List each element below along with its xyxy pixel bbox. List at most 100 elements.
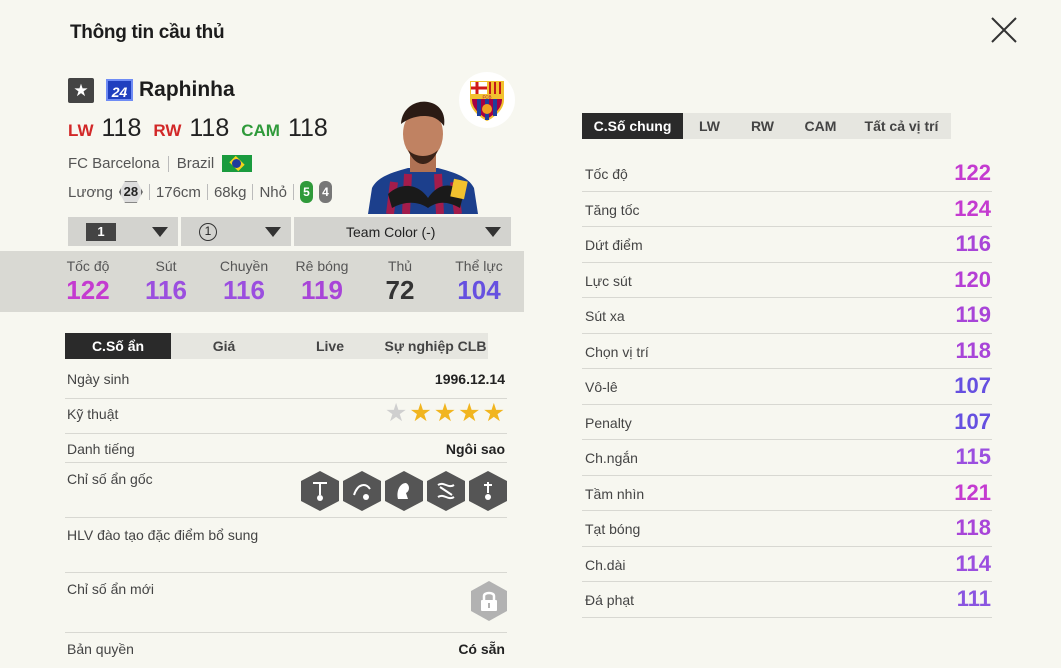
right-tabs: C.Số chung LW RW CAM Tất cả vị trí — [582, 113, 951, 139]
star-icon: ★ — [384, 399, 408, 427]
stat-label: Penalty — [585, 414, 632, 431]
close-icon — [991, 17, 1017, 43]
brazil-flag-icon — [222, 155, 253, 172]
tab-general-stats[interactable]: C.Số chung — [582, 113, 683, 139]
chevron-down-icon — [485, 226, 501, 237]
level-dropdown[interactable]: 1 — [68, 217, 178, 246]
detail-label: Chỉ số ẩn mới — [67, 581, 154, 597]
position-ratings: LW 118 RW 118 CAM 118 — [68, 114, 332, 143]
tab-hidden-stats[interactable]: C.Số ẩn — [65, 333, 171, 359]
star-icon: ★ — [482, 399, 505, 427]
tab-price[interactable]: Giá — [171, 333, 277, 359]
power-header-icon[interactable] — [301, 471, 339, 511]
left-foot-icon: 5 — [300, 181, 313, 203]
tab-all-positions[interactable]: Tất cả vị trí — [852, 113, 951, 139]
right-foot-icon: 4 — [319, 181, 332, 203]
stat-value: 120 — [954, 266, 991, 292]
club-name: FC Barcelona — [68, 155, 160, 172]
detail-stat-row: Sút xa 119 — [582, 298, 992, 334]
stat-label: Sút xa — [585, 308, 625, 324]
stat-label: Tăng tốc — [585, 201, 640, 218]
stat-value: 122 — [954, 160, 991, 185]
stat-value: 124 — [954, 195, 991, 221]
stat-label: Chọn vị trí — [585, 343, 649, 360]
position-label: LW — [68, 121, 94, 140]
detail-row-birth: Ngày sinh 1996.12.14 — [65, 363, 507, 399]
speed-dribbler-icon[interactable] — [343, 471, 381, 511]
stat-value: 121 — [954, 479, 991, 505]
stat-value: 118 — [955, 515, 992, 540]
detail-stat-row: Tăng tốc 124 — [582, 192, 992, 227]
detail-stat-row: Chọn vị trí 118 — [582, 334, 992, 369]
left-tabs: C.Số ẩn Giá Live Sự nghiệp CLB — [65, 333, 488, 359]
team-color-dropdown[interactable]: Team Color (-) — [294, 217, 511, 246]
tab-club-career[interactable]: Sự nghiệp CLB — [383, 333, 488, 359]
chevron-down-icon — [152, 226, 168, 237]
stat-label: Vô-lê — [585, 379, 618, 395]
main-stat-value: 104 — [457, 275, 501, 305]
main-stat-value: 116 — [223, 275, 265, 305]
nation-name: Brazil — [176, 155, 215, 172]
main-stat-label: Thủ — [387, 258, 413, 274]
boost-dropdown[interactable]: 1 — [181, 217, 291, 246]
stat-value: 114 — [955, 550, 992, 576]
divider — [252, 184, 254, 200]
player-name: Raphinha — [139, 78, 235, 101]
main-stat-value: 122 — [66, 275, 110, 305]
detail-label: Chỉ số ẩn gốc — [67, 471, 153, 487]
stat-value: 119 — [955, 302, 992, 327]
main-stat: Sút 116 — [127, 258, 205, 306]
tab-rw[interactable]: RW — [736, 113, 789, 139]
close-button[interactable] — [988, 14, 1020, 46]
detail-row-license: Bản quyền Có sẵn — [65, 633, 507, 668]
body-type: Nhỏ — [259, 183, 287, 201]
club-line: FC Barcelona Brazil — [68, 155, 253, 172]
main-stats-strip: Tốc độ 122 Sút 116 Chuyền 116 Rê bóng 11… — [0, 251, 524, 312]
flair-icon[interactable] — [385, 471, 423, 511]
main-stat-label: Tốc độ — [66, 258, 110, 274]
divider — [293, 184, 294, 200]
tab-live[interactable]: Live — [277, 333, 383, 359]
chevron-down-icon — [265, 226, 281, 237]
playmaker-icon[interactable] — [427, 471, 465, 511]
main-stat-value: 72 — [385, 275, 415, 305]
detail-label: Danh tiếng — [67, 441, 135, 457]
stat-label: Dứt điểm — [585, 237, 643, 253]
main-stat: Chuyền 116 — [205, 258, 283, 306]
stat-label: Tốc độ — [585, 166, 628, 182]
level-value: 1 — [86, 222, 116, 241]
finesse-shot-icon[interactable] — [469, 471, 507, 511]
detail-stat-row: Tầm nhìn 121 — [582, 476, 992, 511]
stat-value: 116 — [955, 231, 992, 256]
detail-value: 1996.12.14 — [434, 371, 505, 387]
main-stat-label: Chuyền — [219, 258, 269, 274]
detail-value: Có sẵn — [458, 641, 505, 657]
main-stat-value: 116 — [145, 275, 187, 305]
team-color-value: Team Color (-) — [346, 223, 436, 240]
club-logo-text: FCB — [483, 95, 492, 100]
star-icon: ★ — [68, 78, 94, 103]
star-icon: ★ — [458, 399, 481, 427]
detail-stat-row: Lực sút 120 — [582, 263, 992, 298]
detail-label: HLV đào tạo đặc điểm bổ sung — [67, 527, 259, 543]
detail-row-new-traits: Chỉ số ẩn mới — [65, 573, 507, 633]
stat-value: 107 — [954, 408, 991, 434]
main-stat: Rê bóng 119 — [283, 258, 361, 306]
lock-icon[interactable] — [471, 581, 507, 621]
stat-value: 107 — [954, 373, 991, 398]
divider — [206, 184, 208, 200]
main-stat-label: Rê bóng — [295, 258, 349, 274]
detail-stat-row: Ch.ngắn 115 — [582, 440, 992, 476]
weight: 68kg — [213, 183, 247, 201]
main-stat-value: 119 — [301, 275, 343, 305]
trait-icons — [301, 471, 507, 511]
tab-cam[interactable]: CAM — [789, 113, 852, 139]
stat-label: Đá phạt — [585, 592, 635, 608]
main-stat: Thể lực 104 — [440, 258, 518, 306]
tab-lw[interactable]: LW — [683, 113, 736, 139]
detail-stat-row: Vô-lê 107 — [582, 369, 992, 405]
detail-stat-row: Ch.dài 114 — [582, 547, 992, 582]
detail-label: Ngày sinh — [67, 371, 130, 387]
divider — [167, 155, 169, 172]
season-badge: 24 — [106, 79, 133, 101]
